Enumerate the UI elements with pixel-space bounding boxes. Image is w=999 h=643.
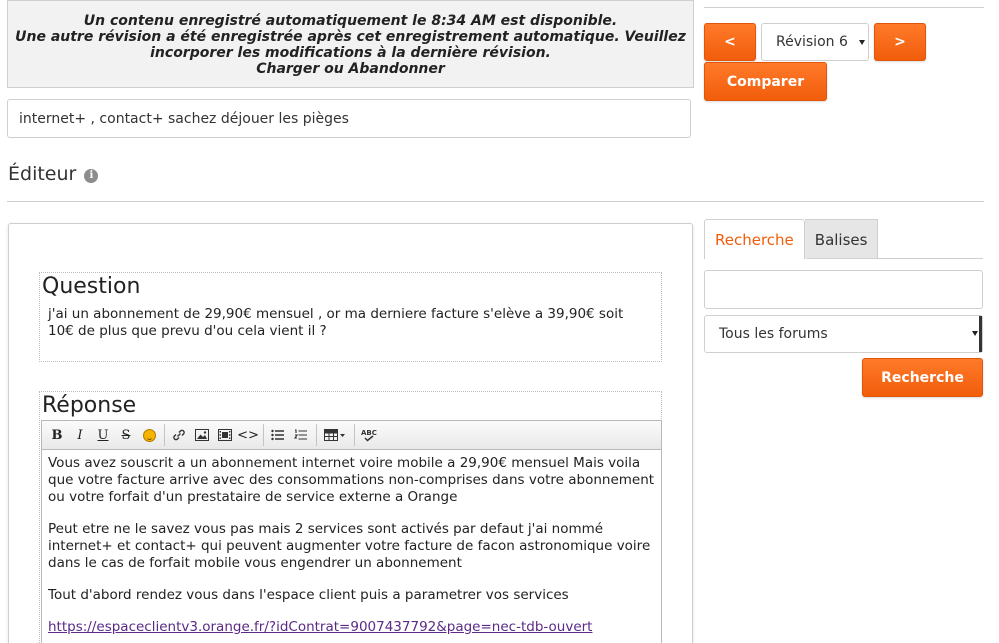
editor-heading: Éditeur i bbox=[8, 163, 99, 185]
link-button[interactable] bbox=[168, 424, 190, 446]
autosave-line-3: incorporer les modifications à la derniè… bbox=[150, 45, 551, 61]
numbered-list-icon bbox=[294, 429, 307, 440]
question-body[interactable]: j'ai un abonnement de 29,90€ mensuel , o… bbox=[48, 306, 648, 340]
bullet-list-icon bbox=[271, 429, 284, 441]
response-paragraph: Vous avez souscrit a un abonnement inter… bbox=[48, 455, 655, 505]
response-paragraph: Tout d'abord rendez vous dans l'espace c… bbox=[48, 587, 569, 603]
toolbar-separator bbox=[263, 424, 264, 446]
divider bbox=[704, 7, 984, 8]
revision-select-value: Révision 6 bbox=[776, 34, 848, 50]
autosave-line-1: Un contenu enregistré automatiquement le… bbox=[83, 13, 618, 29]
toolbar-separator bbox=[316, 424, 317, 446]
divider bbox=[7, 201, 984, 202]
response-content[interactable]: Vous avez souscrit a un abonnement inter… bbox=[41, 450, 662, 643]
code-button[interactable]: <> bbox=[237, 424, 259, 446]
italic-button[interactable]: I bbox=[69, 424, 91, 446]
info-icon[interactable]: i bbox=[84, 169, 99, 183]
tab-recherche[interactable]: Recherche bbox=[704, 219, 805, 259]
spellcheck-icon: ABC bbox=[361, 429, 377, 442]
svg-text:ABC: ABC bbox=[361, 429, 377, 437]
spellcheck-button[interactable]: ABC bbox=[358, 424, 380, 446]
response-paragraph: Peut etre ne le savez vous pas mais 2 se… bbox=[48, 521, 651, 571]
revision-select[interactable]: Révision 6 bbox=[761, 23, 869, 61]
film-icon bbox=[218, 429, 232, 441]
table-icon bbox=[324, 429, 345, 441]
tab-underline bbox=[807, 258, 983, 259]
image-icon bbox=[195, 429, 209, 441]
previous-revision-button[interactable]: < bbox=[704, 23, 756, 61]
sidebar-tabs: Recherche Balises bbox=[704, 219, 879, 259]
autosave-notice: Un contenu enregistré automatiquement le… bbox=[7, 0, 694, 88]
question-heading: Question bbox=[42, 274, 141, 299]
espace-client-link[interactable]: https://espaceclientv3.orange.fr/?idCont… bbox=[48, 619, 592, 635]
question-section[interactable]: Question j'ai un abonnement de 29,90€ me… bbox=[39, 272, 662, 362]
search-input[interactable] bbox=[704, 270, 983, 309]
smiley-icon bbox=[142, 428, 156, 442]
table-button[interactable] bbox=[320, 424, 350, 446]
strikethrough-button[interactable]: S bbox=[115, 424, 137, 446]
link-icon bbox=[173, 429, 185, 441]
media-button[interactable] bbox=[214, 424, 236, 446]
autosave-load-discard[interactable]: Charger ou Abandonner bbox=[8, 61, 693, 77]
forum-select-value: Tous les forums bbox=[719, 326, 828, 342]
bold-button[interactable]: B bbox=[46, 424, 68, 446]
forum-select[interactable]: Tous les forums bbox=[704, 315, 983, 353]
title-input[interactable] bbox=[7, 99, 691, 138]
chevron-down-icon bbox=[859, 40, 865, 45]
bullet-list-button[interactable] bbox=[267, 424, 289, 446]
compare-button[interactable]: Comparer bbox=[704, 62, 827, 101]
underline-button[interactable]: U bbox=[92, 424, 114, 446]
chevron-down-icon bbox=[972, 331, 978, 336]
next-revision-button[interactable]: > bbox=[874, 23, 926, 61]
emoticon-button[interactable] bbox=[138, 424, 160, 446]
editor-toolbar: B I U S <> ABC bbox=[41, 420, 662, 450]
toolbar-separator bbox=[354, 424, 355, 446]
tab-balises[interactable]: Balises bbox=[804, 219, 879, 259]
image-button[interactable] bbox=[191, 424, 213, 446]
search-button[interactable]: Recherche bbox=[862, 358, 983, 397]
toolbar-separator bbox=[164, 424, 165, 446]
select-edge bbox=[979, 316, 982, 352]
response-heading: Réponse bbox=[42, 393, 137, 418]
editor-heading-label: Éditeur bbox=[8, 163, 77, 185]
autosave-line-2: Une autre révision a été enregistrée apr… bbox=[15, 29, 686, 45]
numbered-list-button[interactable] bbox=[290, 424, 312, 446]
